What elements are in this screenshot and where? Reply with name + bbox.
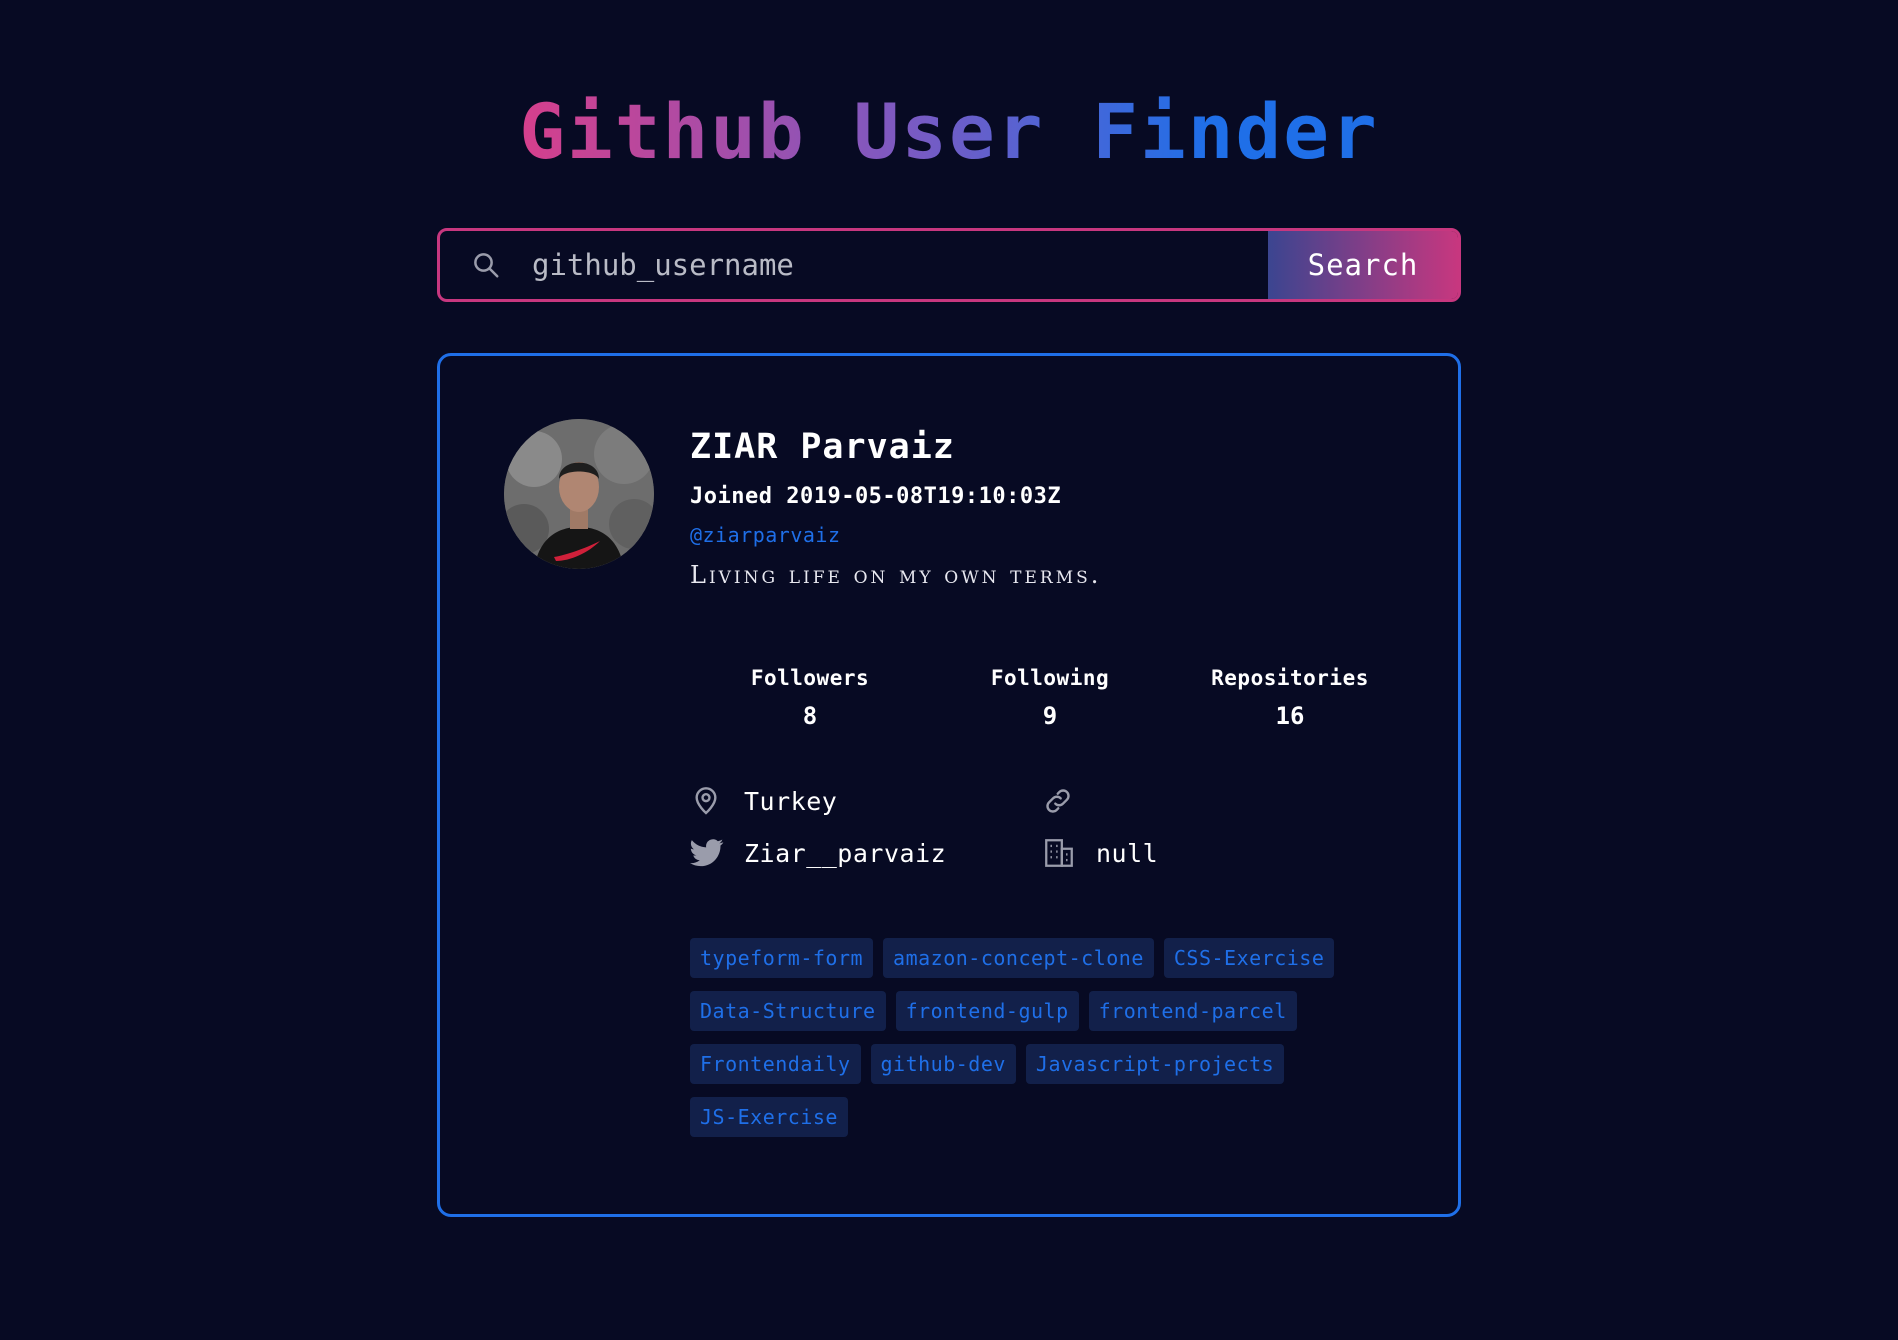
stat-followers: Followers 8 — [690, 666, 930, 730]
repo-list: typeform-form amazon-concept-clone CSS-E… — [690, 938, 1410, 1137]
page-title: Github User Finder — [0, 86, 1898, 177]
stat-label: Repositories — [1211, 666, 1369, 690]
twitter-text[interactable]: Ziar__parvaiz — [744, 839, 946, 868]
company-item: null — [1042, 833, 1158, 873]
stat-following: Following 9 — [930, 666, 1170, 730]
twitter-icon — [690, 833, 730, 873]
stat-value: 9 — [1042, 702, 1058, 730]
location-item: Turkey — [690, 781, 837, 821]
profile-info: ZIAR Parvaiz Joined 2019-05-08T19:10:03Z… — [690, 420, 1410, 589]
repo-tag[interactable]: Frontendaily — [690, 1044, 861, 1084]
location-pin-icon — [690, 781, 730, 821]
building-icon — [1042, 833, 1082, 873]
stat-value: 8 — [802, 702, 818, 730]
repo-tag[interactable]: Javascript-projects — [1025, 1044, 1285, 1084]
stat-value: 16 — [1275, 702, 1305, 730]
search-icon — [440, 231, 532, 299]
repo-tag[interactable]: JS-Exercise — [690, 1097, 848, 1137]
profile-name: ZIAR Parvaiz — [690, 427, 955, 467]
repo-tag[interactable]: CSS-Exercise — [1163, 938, 1335, 978]
search-input[interactable] — [532, 231, 1268, 299]
repo-tag[interactable]: frontend-gulp — [895, 991, 1079, 1031]
twitter-item[interactable]: Ziar__parvaiz — [690, 833, 946, 873]
stat-label: Followers — [750, 666, 870, 690]
repo-tag[interactable]: Data-Structure — [690, 991, 886, 1031]
page-title-text: Github User Finder — [519, 87, 1379, 176]
search-bar: Search — [437, 228, 1461, 302]
page: Github User Finder Search — [0, 0, 1898, 1340]
profile-login-link[interactable]: @ziarparvaiz — [690, 523, 1410, 547]
avatar — [504, 419, 654, 569]
stats-row: Followers 8 Following 9 Repositories 16 — [690, 666, 1410, 730]
link-icon — [1042, 781, 1082, 821]
company-text: null — [1096, 838, 1159, 868]
repo-tag[interactable]: typeform-form — [690, 938, 874, 978]
location-text: Turkey — [744, 786, 838, 816]
profile-bio: Living life on my own terms. — [690, 561, 1102, 589]
repo-tag[interactable]: frontend-parcel — [1088, 991, 1297, 1031]
stat-repositories: Repositories 16 — [1170, 666, 1410, 730]
blog-item[interactable] — [1042, 781, 1096, 821]
search-button[interactable]: Search — [1268, 231, 1458, 299]
repo-tag[interactable]: github-dev — [870, 1044, 1016, 1084]
repo-tag[interactable]: amazon-concept-clone — [883, 938, 1154, 978]
stat-label: Following — [990, 666, 1110, 690]
joined-date: Joined 2019-05-08T19:10:03Z — [690, 484, 1062, 509]
profile-card: ZIAR Parvaiz Joined 2019-05-08T19:10:03Z… — [437, 353, 1461, 1217]
